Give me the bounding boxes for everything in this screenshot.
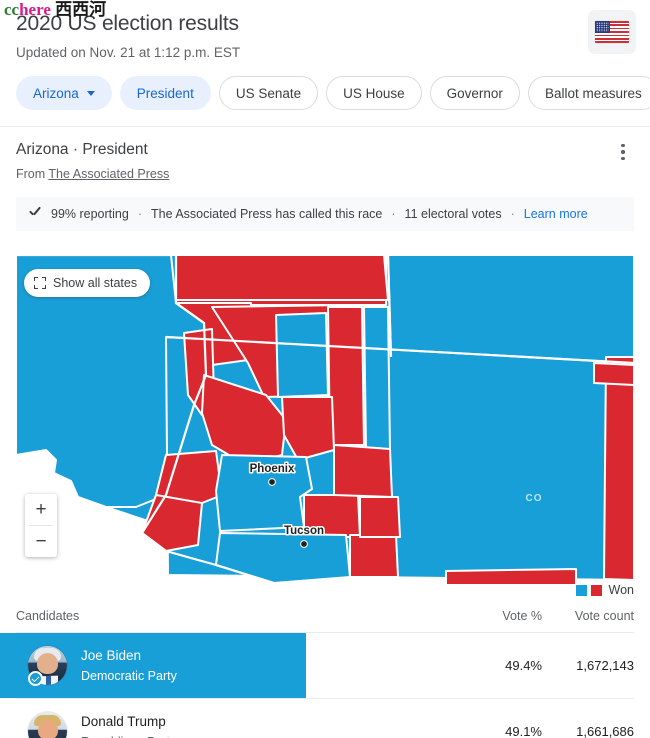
chip-label-arizona: Arizona xyxy=(33,85,79,101)
candidate-rows: Joe Biden Democratic Party 49.4% 1,672,1… xyxy=(0,633,634,738)
race-source-prefix: From xyxy=(16,167,46,181)
candidate-info: Joe Biden Democratic Party xyxy=(81,646,470,685)
avatar-image xyxy=(28,712,67,738)
race-filter-chips: Arizona President US Senate US House Gov… xyxy=(0,62,650,126)
candidate-info: Donald Trump Republican Party xyxy=(81,712,470,738)
results-map[interactable]: CO NM Phoenix Tucson Show all states + −… xyxy=(16,245,634,599)
joe-biden-avatar xyxy=(28,646,67,686)
chip-label-us-senate: US Senate xyxy=(235,85,302,101)
chip-label-ballot-measures: Ballot measures xyxy=(544,85,642,101)
status-separator-1: · xyxy=(137,207,142,221)
chip-president[interactable]: President xyxy=(119,76,211,110)
column-header-vote-count: Vote count xyxy=(574,609,634,623)
table-row[interactable]: Joe Biden Democratic Party 49.4% 1,672,1… xyxy=(0,633,634,699)
donald-trump-avatar xyxy=(28,712,67,738)
status-separator-3: · xyxy=(510,207,515,221)
electoral-votes-text: 11 electoral votes xyxy=(404,207,502,221)
race-source-link[interactable]: The Associated Press xyxy=(48,167,169,181)
chip-label-governor: Governor xyxy=(446,85,503,101)
candidate-name: Donald Trump xyxy=(81,714,166,729)
candidate-vote-pct: 49.4% xyxy=(505,658,542,673)
us-flag-icon xyxy=(588,10,636,54)
candidate-vote-count: 1,661,686 xyxy=(576,724,634,738)
candidate-name: Joe Biden xyxy=(81,648,142,663)
chip-us-house[interactable]: US House xyxy=(326,76,422,110)
race-source: From The Associated Press xyxy=(16,165,634,183)
chip-us-senate[interactable]: US Senate xyxy=(218,76,319,110)
reporting-percent: 99% reporting xyxy=(51,207,129,221)
candidate-vote-count: 1,672,143 xyxy=(576,658,634,673)
race-called-text: The Associated Press has called this rac… xyxy=(151,207,383,221)
map-legend: Won xyxy=(575,583,634,597)
city-label-tucson: Tucson xyxy=(284,525,324,537)
kebab-menu-icon[interactable] xyxy=(612,139,634,165)
legend-label-won: Won xyxy=(608,583,634,597)
race-header: Arizona · President From The Associated … xyxy=(0,127,650,183)
city-label-phoenix: Phoenix xyxy=(250,463,295,475)
legend-swatch-democrat xyxy=(575,584,587,596)
flag-graphic xyxy=(595,21,629,43)
election-results-page: cchere 西西河 2020 US election results Upda… xyxy=(0,0,650,738)
column-header-candidates: Candidates xyxy=(16,609,80,623)
column-header-vote-pct: Vote % xyxy=(502,609,542,623)
city-dot-tucson xyxy=(300,540,308,548)
chip-governor[interactable]: Governor xyxy=(429,76,520,110)
chip-state-selector[interactable]: Arizona xyxy=(16,76,112,110)
checkmark-icon xyxy=(28,207,42,221)
expand-icon xyxy=(34,277,46,289)
results-table: Candidates Vote % Vote count Joe Biden D… xyxy=(0,609,634,738)
last-updated-text: Updated on Nov. 21 at 1:12 p.m. EST xyxy=(16,45,241,60)
show-all-states-label: Show all states xyxy=(53,276,138,290)
winner-check-badge xyxy=(28,671,43,686)
chevron-down-icon xyxy=(86,90,95,96)
race-status-bar: 99% reporting · The Associated Press has… xyxy=(16,197,634,231)
learn-more-link[interactable]: Learn more xyxy=(524,207,588,221)
city-dot-phoenix xyxy=(268,478,276,486)
legend-swatch-republican xyxy=(590,584,602,596)
status-separator-2: · xyxy=(391,207,396,221)
zoom-out-button[interactable]: − xyxy=(25,526,57,557)
candidate-party: Democratic Party xyxy=(81,669,177,683)
state-label-co: CO xyxy=(526,493,543,504)
map-svg[interactable]: CO NM Phoenix Tucson xyxy=(16,245,634,599)
show-all-states-button[interactable]: Show all states xyxy=(24,269,151,297)
page-title: 2020 US election results xyxy=(16,12,239,35)
candidate-party: Republican Party xyxy=(81,733,470,738)
zoom-in-button[interactable]: + xyxy=(25,494,57,525)
table-row[interactable]: Donald Trump Republican Party 49.1% 1,66… xyxy=(16,699,634,738)
table-header-row: Candidates Vote % Vote count xyxy=(16,609,634,633)
page-header: 2020 US election results Updated on Nov.… xyxy=(0,0,650,62)
chip-ballot-measures[interactable]: Ballot measures xyxy=(527,76,650,110)
race-title: Arizona · President xyxy=(16,141,148,158)
chip-label-us-house: US House xyxy=(343,85,405,101)
chip-label-president: President xyxy=(136,85,194,101)
map-zoom-controls[interactable]: + − xyxy=(25,494,57,557)
candidate-vote-pct: 49.1% xyxy=(505,724,542,738)
